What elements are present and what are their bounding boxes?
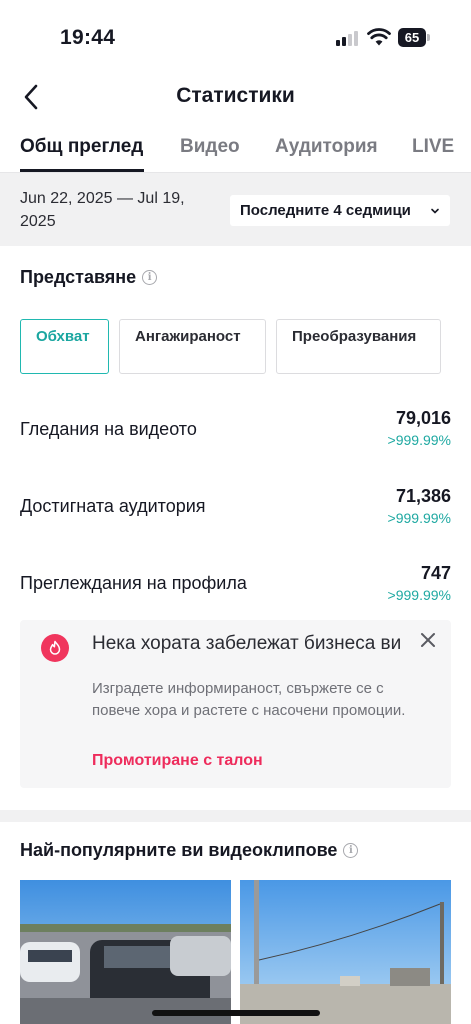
- metric-tab-engagement[interactable]: Ангажираност: [119, 319, 266, 374]
- stat-value: 747: [420, 563, 451, 583]
- stat-value: 71,386: [395, 486, 451, 506]
- video-thumbnail-image: [240, 880, 451, 1024]
- video-thumbnail[interactable]: [240, 880, 451, 1024]
- stat-row-video-views[interactable]: Гледания на видеото 79,016 >999.99%: [20, 408, 451, 456]
- performance-title: Представяне: [20, 267, 137, 287]
- wifi-icon: [367, 28, 391, 46]
- info-icon[interactable]: i: [142, 270, 158, 285]
- metric-tab-conversions[interactable]: Преобразувания: [276, 319, 441, 374]
- promo-title: Нека хората забележат бизнеса ви: [92, 633, 402, 654]
- stat-value: 79,016: [395, 408, 451, 428]
- battery-level: 65: [398, 28, 426, 47]
- metric-tab-reach[interactable]: Обхват: [20, 319, 109, 374]
- chevron-down-icon: [431, 208, 439, 214]
- battery-icon: 65: [398, 28, 430, 47]
- stat-label: Преглеждания на профила: [20, 573, 247, 593]
- cellular-signal-icon: [336, 30, 362, 46]
- video-thumbnail[interactable]: [20, 880, 231, 1024]
- status-bar: 19:44 65: [0, 0, 471, 72]
- top-videos-title: Най-популярните ви видеоклипове: [20, 840, 338, 860]
- status-time: 19:44: [60, 26, 116, 49]
- tab-overview[interactable]: Общ преглед: [20, 136, 143, 158]
- home-indicator[interactable]: [152, 1010, 320, 1016]
- tab-audience[interactable]: Аудитория: [275, 136, 378, 158]
- promo-card: Нека хората забележат бизнеса ви Изграде…: [20, 620, 451, 788]
- page-title: Статистики: [176, 84, 295, 107]
- promo-text: Изградете информираност, свържете се с п…: [92, 680, 406, 719]
- tab-video[interactable]: Видео: [180, 136, 240, 158]
- stat-row-reached-audience[interactable]: Достигната аудитория 71,386 >999.99%: [20, 486, 451, 534]
- stat-label: Достигната аудитория: [20, 496, 206, 516]
- date-range: Jun 22, 2025 — Jul 19, 2025: [20, 190, 185, 230]
- stat-change: >999.99%: [387, 587, 451, 603]
- stat-label: Гледания на видеото: [20, 419, 197, 439]
- top-videos-section-title: Най-популярните ви видеоклипове i: [20, 840, 359, 861]
- tab-bar: Общ преглед Видео Аудитория LIVE: [0, 136, 471, 172]
- info-icon[interactable]: i: [343, 843, 359, 858]
- tab-live[interactable]: LIVE: [412, 136, 454, 158]
- promote-coupon-link[interactable]: Промотиране с талон: [92, 752, 263, 770]
- flame-icon: [41, 634, 69, 662]
- performance-section-title: Представяне i: [20, 267, 158, 288]
- stat-row-profile-views[interactable]: Преглеждания на профила 747 >999.99%: [20, 563, 451, 611]
- date-filter-bar: Jun 22, 2025 — Jul 19, 2025 Последните 4…: [0, 173, 471, 246]
- close-icon[interactable]: [418, 630, 438, 650]
- period-dropdown[interactable]: Последните 4 седмици: [230, 195, 450, 226]
- stat-change: >999.99%: [387, 510, 451, 526]
- video-thumbnail-image: [20, 880, 231, 1024]
- stat-change: >999.99%: [387, 432, 451, 448]
- period-dropdown-label: Последните 4 седмици: [240, 202, 411, 219]
- section-divider: [0, 810, 471, 822]
